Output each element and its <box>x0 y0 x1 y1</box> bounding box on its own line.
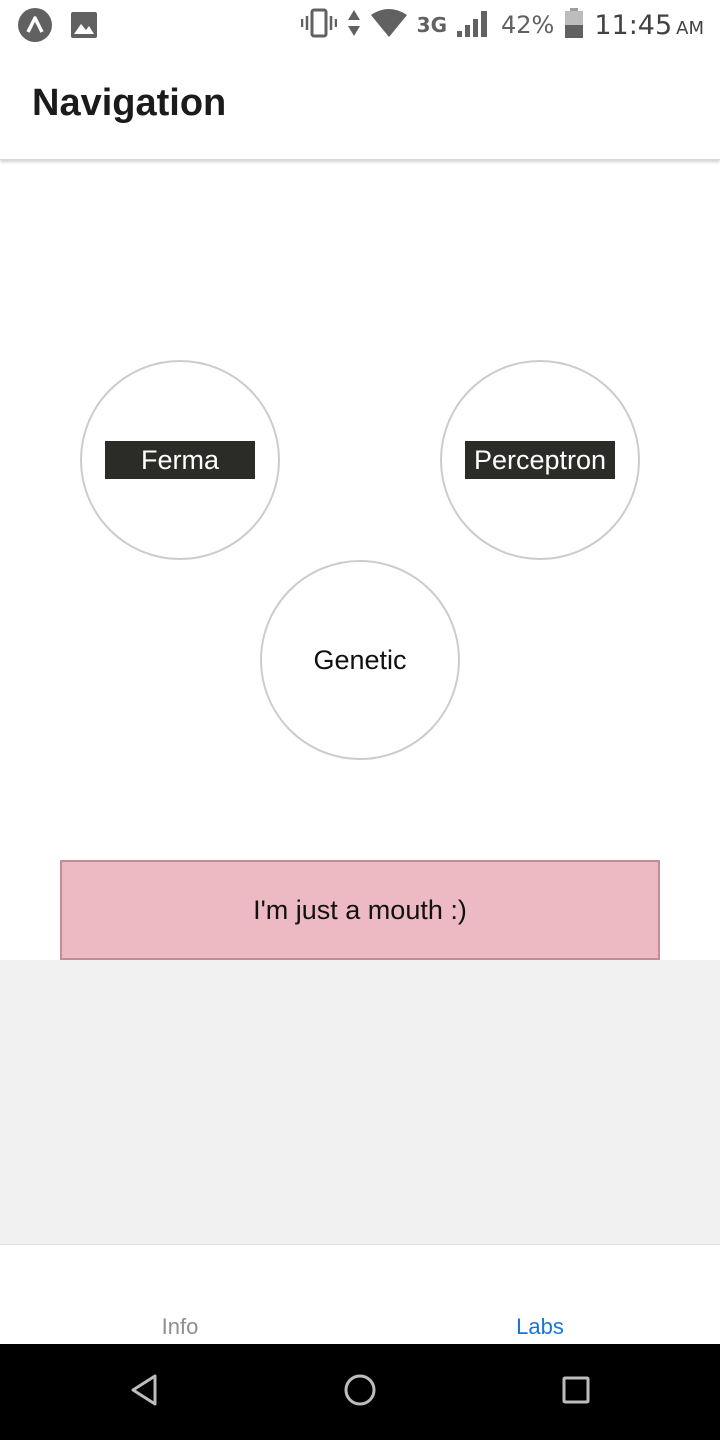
back-button[interactable] <box>122 1370 166 1414</box>
genetic-label: Genetic <box>313 644 407 675</box>
image-icon <box>70 11 98 44</box>
vibrate-icon <box>300 8 337 43</box>
status-bar: 3G 42% 11:45 AM <box>0 0 720 50</box>
tab-labs[interactable]: Labs <box>360 1245 720 1344</box>
ferma-label: Ferma <box>105 441 255 479</box>
mouth-text: I'm just a mouth :) <box>253 894 467 925</box>
ferma-circle-button[interactable]: Ferma <box>80 360 280 560</box>
page-title: Navigation <box>32 82 227 124</box>
tab-labs-label: Labs <box>516 1314 564 1339</box>
app-icon <box>18 8 52 47</box>
data-arrows-icon <box>347 9 361 42</box>
network-type: 3G <box>416 13 447 37</box>
clock-time: 11:45 <box>594 9 673 41</box>
wifi-icon <box>370 8 407 42</box>
mouth-box: I'm just a mouth :) <box>60 860 660 960</box>
battery-icon <box>564 7 584 43</box>
app-header: Navigation <box>0 50 720 160</box>
signal-icon <box>457 9 491 42</box>
back-icon <box>129 1373 159 1412</box>
perceptron-label: Perceptron <box>465 441 615 479</box>
perceptron-circle-button[interactable]: Perceptron <box>440 360 640 560</box>
empty-background <box>0 960 720 1244</box>
clock-ampm: AM <box>676 17 704 39</box>
tab-info[interactable]: Info <box>0 1245 360 1344</box>
home-icon <box>343 1373 377 1412</box>
battery-percent: 42% <box>501 11 555 39</box>
clock: 11:45 AM <box>594 10 704 41</box>
recents-icon <box>561 1375 591 1410</box>
home-button[interactable] <box>338 1370 382 1414</box>
genetic-circle-button[interactable]: Genetic <box>260 560 460 760</box>
labs-content: Ferma Perceptron Genetic I'm just a mout… <box>0 160 720 960</box>
recents-button[interactable] <box>554 1370 598 1414</box>
tab-info-label: Info <box>161 1314 199 1339</box>
system-nav-bar <box>0 1344 720 1440</box>
bottom-tab-bar: Info Labs <box>0 1244 720 1344</box>
